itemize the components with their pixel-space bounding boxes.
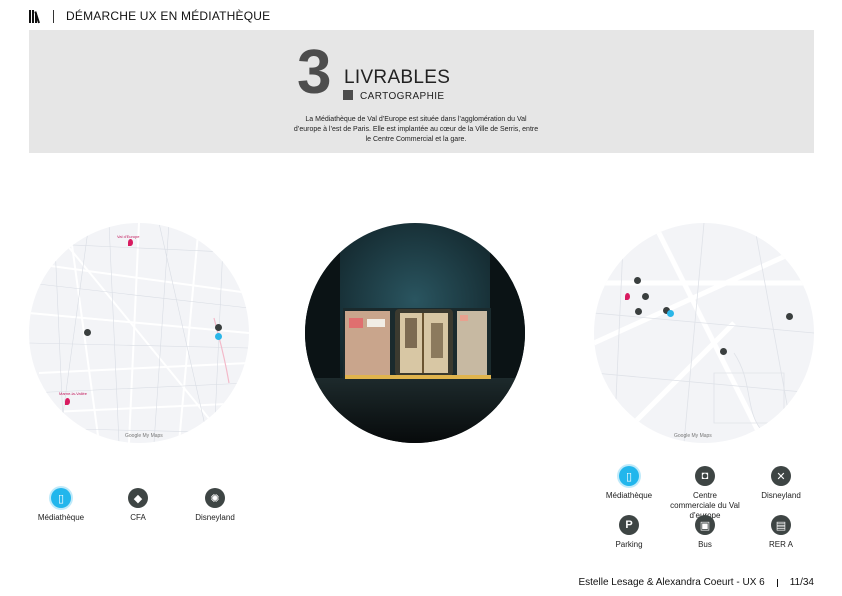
legend-bus: ▣ Bus bbox=[665, 515, 745, 550]
google-attribution: Google My Maps bbox=[125, 433, 163, 439]
footer-divider bbox=[776, 578, 778, 587]
legend-mediatheque: ▯ Médiathèque bbox=[589, 466, 669, 501]
section-number-dot bbox=[343, 90, 353, 100]
shopping-centre-marker[interactable] bbox=[642, 293, 649, 300]
document-title: DÉMARCHE UX EN MÉDIATHÈQUE bbox=[66, 9, 271, 23]
map-pin-icon bbox=[625, 293, 630, 300]
legend-label: Disneyland bbox=[195, 513, 235, 522]
document-header: DÉMARCHE UX EN MÉDIATHÈQUE bbox=[29, 8, 270, 24]
legend-label: RER A bbox=[768, 540, 793, 549]
shopping-bag-icon: ◘ bbox=[695, 466, 715, 486]
map-pin-icon bbox=[65, 398, 70, 405]
section-intro: La Médiathèque de Val d’Europe est situé… bbox=[293, 116, 539, 143]
parking-marker[interactable] bbox=[634, 277, 641, 284]
legend-disneyland: ✕ Disneyland bbox=[741, 466, 821, 501]
library-books-icon bbox=[29, 9, 43, 23]
graduation-cap-icon: ◆ bbox=[128, 488, 148, 508]
legend-parking: P Parking bbox=[589, 515, 669, 550]
header-divider bbox=[53, 9, 54, 23]
section-number: 3 bbox=[297, 38, 332, 107]
ferris-wheel-icon: ✺ bbox=[205, 488, 225, 508]
google-attribution: Google My Maps bbox=[674, 433, 712, 439]
legend-label: Parking bbox=[615, 540, 643, 549]
agglomeration-map[interactable]: Val d'Europe Marne-la-Vallée Google My M… bbox=[29, 223, 249, 443]
page-footer: Estelle Lesage & Alexandra Coeurt - UX 6… bbox=[578, 577, 814, 588]
rer-marker[interactable] bbox=[786, 313, 793, 320]
section-title: LIVRABLES bbox=[344, 67, 451, 88]
fork-knife-icon: ✕ bbox=[771, 466, 791, 486]
map-pin-icon bbox=[128, 239, 133, 246]
disneyland-marker[interactable] bbox=[215, 324, 222, 331]
footer-authors: Estelle Lesage & Alexandra Coeurt - UX 6 bbox=[578, 577, 765, 588]
mediatheque-marker[interactable] bbox=[667, 310, 674, 317]
entrance-illustration bbox=[305, 223, 525, 443]
section-subtitle: CARTOGRAPHIE bbox=[360, 91, 445, 102]
map-streets bbox=[594, 223, 814, 443]
legend-label: Médiathèque bbox=[605, 491, 653, 500]
book-icon: ▯ bbox=[619, 466, 639, 486]
mediatheque-entrance-photo bbox=[305, 223, 525, 443]
legend-label: CFA bbox=[130, 513, 146, 522]
mediatheque-marker[interactable] bbox=[215, 333, 222, 340]
bus-marker[interactable] bbox=[635, 308, 642, 315]
legend-rer-a: ▤ RER A bbox=[741, 515, 821, 550]
legend-mediatheque: ▯ Médiathèque bbox=[21, 488, 101, 523]
section-banner: 3 LIVRABLES CARTOGRAPHIE La Médiathèque … bbox=[29, 30, 814, 153]
page-number: 11/34 bbox=[789, 577, 814, 588]
legend-label: Bus bbox=[698, 540, 712, 549]
train-icon: ▤ bbox=[771, 515, 791, 535]
bus-icon: ▣ bbox=[695, 515, 715, 535]
legend-disneyland: ✺ Disneyland bbox=[175, 488, 255, 523]
legend-label: Médiathèque bbox=[37, 513, 85, 522]
parking-marker[interactable] bbox=[720, 348, 727, 355]
legend-label: Disneyland bbox=[761, 491, 801, 500]
map-place-label: Val d'Europe bbox=[117, 234, 140, 239]
legend-centre-commercial: ◘ Centre commerciale du Val d'europe bbox=[665, 466, 745, 521]
neighbourhood-map[interactable]: Google My Maps bbox=[594, 223, 814, 443]
map-place-label: Marne-la-Vallée bbox=[59, 391, 87, 396]
book-icon: ▯ bbox=[51, 488, 71, 508]
parking-icon: P bbox=[619, 515, 639, 535]
legend-cfa: ◆ CFA bbox=[98, 488, 178, 523]
cfa-marker[interactable] bbox=[84, 329, 91, 336]
